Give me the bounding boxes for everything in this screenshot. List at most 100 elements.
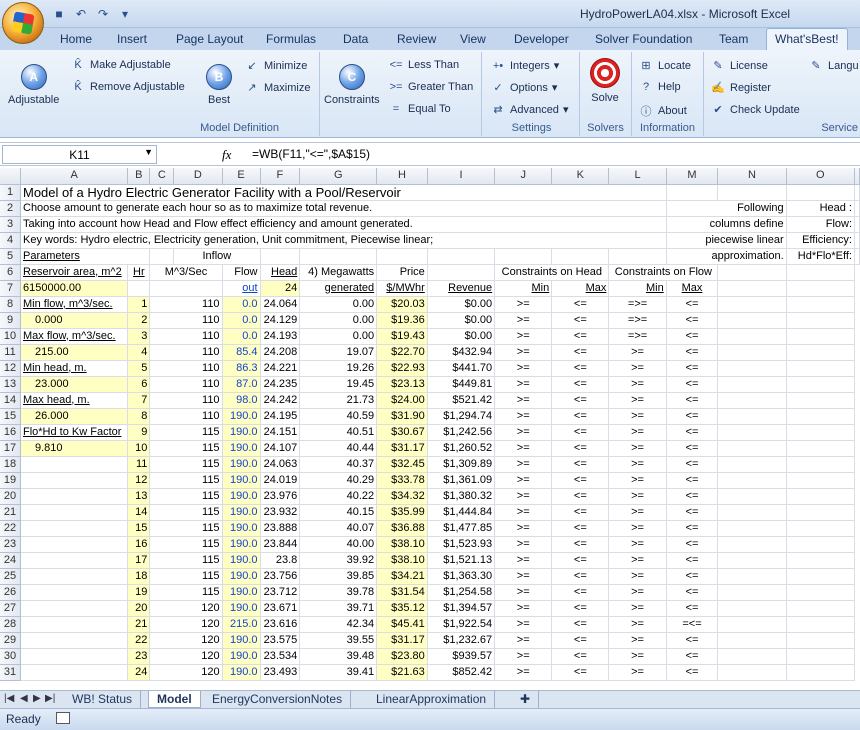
cell-n27[interactable] [717,600,787,617]
cell-a7[interactable]: 6150000.00 [20,280,129,297]
row-header[interactable]: 8 [0,296,21,313]
cell-c5[interactable] [149,248,175,265]
cell-f24[interactable]: 23.8 [260,552,301,569]
cell-n6[interactable] [717,264,787,281]
cell-h5[interactable] [376,248,428,265]
row-header[interactable]: 13 [0,376,21,393]
language-button[interactable]: ✎ Langu [808,59,858,73]
cell-j30[interactable]: >= [494,648,553,665]
best-button[interactable]: B Best [206,64,232,106]
qat-dropdown-icon[interactable]: ▾ [116,5,134,22]
cell-m29[interactable]: <= [666,632,719,649]
cell-m12[interactable]: <= [666,360,719,377]
cell-h14[interactable]: $24.00 [376,392,428,409]
cell-g14[interactable]: 21.73 [299,392,378,409]
macro-recording-icon[interactable] [56,712,70,724]
cell-a18[interactable] [20,456,129,473]
tab-review[interactable]: Review [397,32,436,46]
cell-i28[interactable]: $1,922.54 [427,616,496,633]
cell-o6[interactable] [786,264,856,281]
cell-i9[interactable]: $0.00 [427,312,496,329]
cell-d12[interactable]: 110 [149,360,223,377]
row-header[interactable]: 19 [0,472,21,489]
cell-d28[interactable]: 120 [149,616,223,633]
cell-a5[interactable]: Parameters [20,248,151,265]
register-button[interactable]: ✍ Register [710,81,771,95]
cell-e14[interactable]: 98.0 [222,392,261,409]
cell-a4[interactable]: Key words: Hydro electric, Electricity g… [20,232,667,249]
cell-d9[interactable]: 110 [149,312,223,329]
greater-than-button[interactable]: >= Greater Than [388,81,474,93]
cell-f22[interactable]: 23.888 [260,520,301,537]
cell-g8[interactable]: 0.00 [299,296,378,313]
cell-e21[interactable]: 190.0 [222,504,261,521]
cell-p2[interactable] [854,200,860,217]
cell-o26[interactable] [786,584,856,601]
cell-j22[interactable]: >= [494,520,553,537]
cell-k13[interactable]: <= [551,376,610,393]
cell-g6[interactable]: 4) Megawatts [299,264,378,281]
cell-j29[interactable]: >= [494,632,553,649]
cell-k16[interactable]: <= [551,424,610,441]
first-sheet-icon[interactable]: |◀ [4,693,14,704]
cell-o31[interactable] [786,664,856,681]
cell-e6[interactable]: Flow [222,264,261,281]
row-header[interactable]: 24 [0,552,21,569]
advanced-button[interactable]: ⇄ Advanced ▾ [490,103,568,117]
cell-c22[interactable]: 15 [127,520,151,537]
cell-p5[interactable] [854,248,860,265]
column-header-n[interactable]: N [717,168,787,185]
cell-c26[interactable]: 19 [127,584,151,601]
cell-a31[interactable] [20,664,129,681]
cell-m21[interactable]: <= [666,504,719,521]
cell-l18[interactable]: >= [608,456,667,473]
cell-a17[interactable]: 9.810 [20,440,129,457]
sheet-tab-wb-status[interactable]: WB! Status [64,691,142,708]
cell-m17[interactable]: <= [666,440,719,457]
undo-icon[interactable]: ↶ [72,5,90,22]
cell-n7[interactable] [717,280,787,297]
cell-a3[interactable]: Taking into account how Head and Flow ef… [20,216,667,233]
column-header-m[interactable]: M [666,168,719,185]
cell-g20[interactable]: 40.22 [299,488,378,505]
row-header[interactable]: 23 [0,536,21,553]
row-header[interactable]: 18 [0,456,21,473]
cell-a22[interactable] [20,520,129,537]
cell-f14[interactable]: 24.242 [260,392,301,409]
cell-l27[interactable]: >= [608,600,667,617]
cell-f6[interactable]: Head [260,264,301,281]
cell-l7[interactable]: Min [608,280,667,297]
cell-n8[interactable] [717,296,787,313]
cell-i13[interactable]: $449.81 [427,376,496,393]
cell-e17[interactable]: 190.0 [222,440,261,457]
cell-e18[interactable]: 190.0 [222,456,261,473]
column-header-p[interactable] [854,168,860,185]
cell-g18[interactable]: 40.37 [299,456,378,473]
cell-o16[interactable] [786,424,856,441]
cell-g28[interactable]: 42.34 [299,616,378,633]
cell-h22[interactable]: $36.88 [376,520,428,537]
cell-c18[interactable]: 11 [127,456,151,473]
cell-l15[interactable]: >= [608,408,667,425]
cell-g12[interactable]: 19.26 [299,360,378,377]
cell-l24[interactable]: >= [608,552,667,569]
tab-team[interactable]: Team [719,32,748,46]
cell-g24[interactable]: 39.92 [299,552,378,569]
cell-m18[interactable]: <= [666,456,719,473]
cell-j18[interactable]: >= [494,456,553,473]
cell-h13[interactable]: $23.13 [376,376,428,393]
select-all-corner[interactable] [0,168,21,185]
insert-sheet-icon[interactable]: ✚ [512,691,540,708]
cell-j26[interactable]: >= [494,584,553,601]
cell-i18[interactable]: $1,309.89 [427,456,496,473]
cell-n14[interactable] [717,392,787,409]
cell-n24[interactable] [717,552,787,569]
cell-c25[interactable]: 18 [127,568,151,585]
cell-o20[interactable] [786,488,856,505]
redo-icon[interactable]: ↷ [94,5,112,22]
cell-l21[interactable]: >= [608,504,667,521]
cell-k9[interactable]: <= [551,312,610,329]
cell-c10[interactable]: 3 [127,328,151,345]
cell-d5[interactable]: Inflow [173,248,261,265]
cell-h29[interactable]: $31.17 [376,632,428,649]
